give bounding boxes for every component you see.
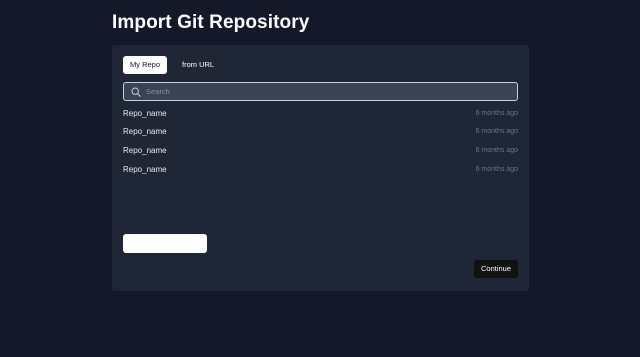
blank-button[interactable] — [123, 234, 207, 253]
list-item[interactable]: Repo_name 6 months ago — [123, 123, 518, 142]
search-icon — [129, 85, 143, 99]
repo-list: Repo_name 6 months ago Repo_name 6 month… — [123, 104, 518, 178]
page-title: Import Git Repository — [112, 12, 310, 33]
repo-updated: 6 months ago — [475, 146, 518, 154]
search-input[interactable] — [143, 83, 517, 100]
list-item[interactable]: Repo_name 6 months ago — [123, 104, 518, 123]
continue-button[interactable]: Continue — [474, 260, 518, 278]
list-item[interactable]: Repo_name 6 months ago — [123, 160, 518, 179]
source-tabs: My Repo from URL — [123, 56, 221, 74]
tab-my-repo[interactable]: My Repo — [123, 56, 168, 74]
repo-updated: 6 months ago — [475, 128, 518, 136]
repo-name: Repo_name — [123, 127, 167, 137]
repo-name: Repo_name — [123, 164, 167, 174]
tab-from-url[interactable]: from URL — [175, 56, 221, 74]
search-box — [123, 82, 518, 101]
list-item[interactable]: Repo_name 6 months ago — [123, 141, 518, 160]
repo-name: Repo_name — [123, 108, 167, 118]
repo-updated: 6 months ago — [475, 109, 518, 117]
import-page: Import Git Repository My Repo from URL R… — [0, 0, 640, 357]
repo-name: Repo_name — [123, 145, 167, 155]
import-card: My Repo from URL Repo_name 6 months ago … — [112, 45, 529, 291]
repo-updated: 6 months ago — [475, 165, 518, 173]
